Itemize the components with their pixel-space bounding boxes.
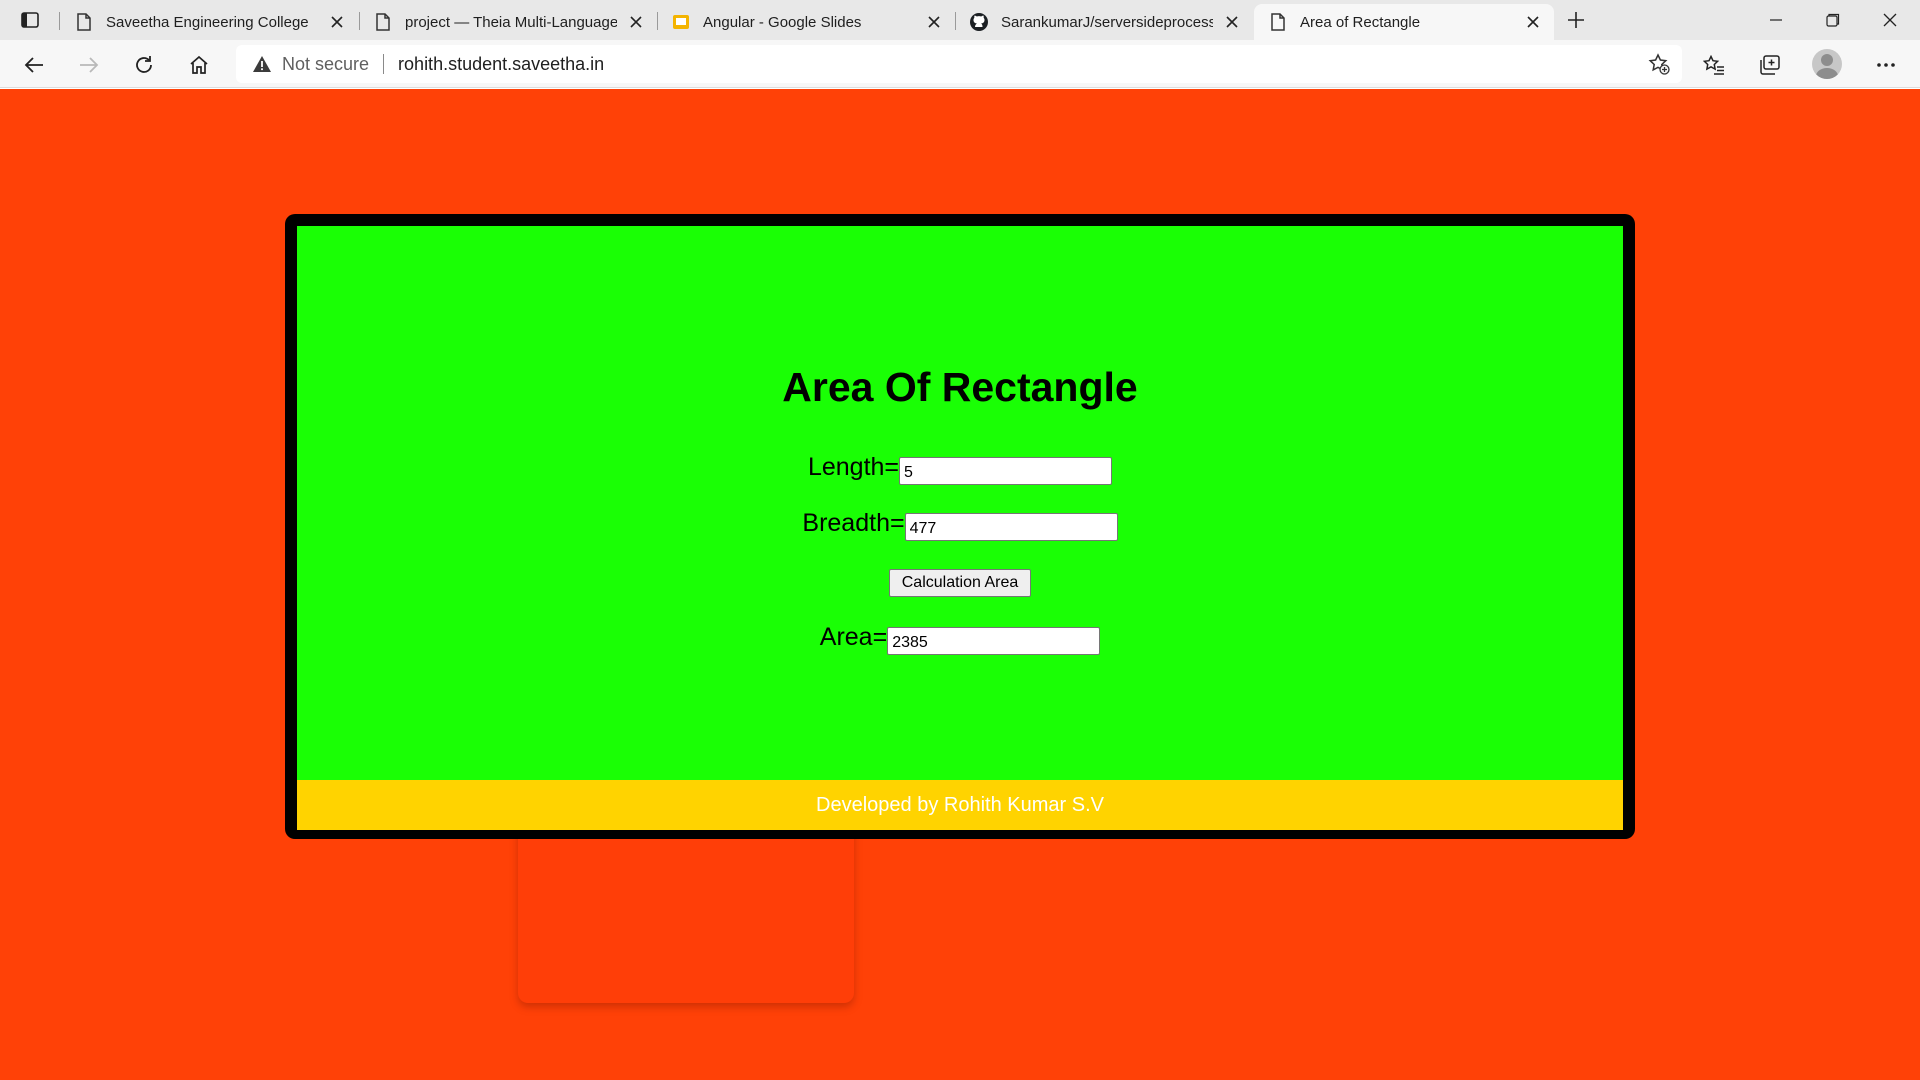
- home-icon: [190, 55, 208, 74]
- add-favorite-icon[interactable]: [1648, 53, 1670, 75]
- tab-title: Area of Rectangle: [1300, 13, 1421, 31]
- tab-google-slides[interactable]: Angular - Google Slides: [657, 4, 955, 40]
- security-status[interactable]: Not secure: [282, 54, 369, 75]
- close-tab-icon[interactable]: [1522, 11, 1544, 33]
- tab-title: project — Theia Multi-Language: [405, 13, 617, 31]
- page-title: Area Of Rectangle: [782, 364, 1138, 410]
- restore-icon: [1826, 13, 1840, 27]
- url-text[interactable]: rohith.student.saveetha.in: [398, 54, 604, 75]
- area-output[interactable]: [887, 627, 1101, 655]
- close-icon: [1883, 13, 1897, 27]
- more-options-icon: [1877, 63, 1895, 67]
- restore-button[interactable]: [1805, 0, 1861, 40]
- area-row: Area=: [297, 623, 1623, 655]
- close-tab-icon[interactable]: [625, 11, 647, 33]
- minimize-icon: [1770, 19, 1782, 21]
- tab-actions-icon: [21, 12, 39, 28]
- minimize-button[interactable]: [1748, 0, 1804, 40]
- close-tab-icon[interactable]: [1221, 11, 1243, 33]
- page-icon: [74, 12, 94, 32]
- page-footer: Developed by Rohith Kumar S.V: [297, 780, 1623, 830]
- tab-title: SarankumarJ/serversideprocessin: [1001, 13, 1213, 31]
- tab-area-of-rectangle[interactable]: Area of Rectangle: [1254, 4, 1554, 40]
- plus-icon: [1568, 12, 1584, 28]
- avatar-head: [1821, 54, 1833, 66]
- close-window-button[interactable]: [1862, 0, 1918, 40]
- forward-arrow-icon: [80, 57, 99, 73]
- address-bar[interactable]: Not secure rohith.student.saveetha.in: [236, 45, 1682, 83]
- navigation-bar: Not secure rohith.student.saveetha.in: [0, 40, 1920, 88]
- github-icon: [969, 12, 989, 32]
- tab-strip: Saveetha Engineering College project — T…: [0, 0, 1920, 40]
- length-input[interactable]: [899, 457, 1113, 485]
- back-arrow-icon: [24, 57, 43, 73]
- home-button[interactable]: [182, 48, 216, 82]
- tab-title: Angular - Google Slides: [703, 13, 862, 31]
- tab-title: Saveetha Engineering College: [106, 13, 309, 31]
- favorites-button[interactable]: [1697, 48, 1731, 82]
- back-button[interactable]: [17, 48, 51, 82]
- address-divider: [383, 54, 385, 74]
- breadth-row: Breadth=: [297, 509, 1623, 541]
- refresh-button[interactable]: [127, 48, 161, 82]
- tab-theia[interactable]: project — Theia Multi-Language: [359, 4, 657, 40]
- close-tab-icon[interactable]: [923, 11, 945, 33]
- avatar-body: [1816, 68, 1838, 79]
- tab-saveetha[interactable]: Saveetha Engineering College: [60, 4, 358, 40]
- area-label: Area=: [819, 623, 888, 651]
- refresh-icon: [136, 56, 152, 73]
- form-panel: Area Of Rectangle Length= Breadth= Calcu…: [297, 226, 1623, 780]
- close-tab-icon[interactable]: [326, 11, 348, 33]
- page-icon: [373, 12, 393, 32]
- tab-github[interactable]: SarankumarJ/serversideprocessin: [955, 4, 1253, 40]
- favorites-icon: [1703, 55, 1724, 75]
- forward-button[interactable]: [72, 48, 106, 82]
- tab-actions-button[interactable]: [12, 6, 48, 34]
- new-tab-button[interactable]: [1560, 4, 1592, 36]
- collections-icon: [1760, 55, 1780, 75]
- length-label: Length=: [807, 453, 900, 481]
- profile-avatar[interactable]: [1812, 49, 1842, 79]
- calculate-area-button[interactable]: Calculation Area: [889, 569, 1031, 597]
- settings-menu-button[interactable]: [1869, 48, 1903, 82]
- warning-icon: [252, 54, 272, 74]
- page-viewport: Area Of Rectangle Length= Breadth= Calcu…: [0, 89, 1920, 1080]
- collections-button[interactable]: [1753, 48, 1787, 82]
- length-row: Length=: [297, 453, 1623, 485]
- breadth-input[interactable]: [904, 513, 1118, 541]
- google-slides-icon: [671, 12, 691, 32]
- breadth-label: Breadth=: [802, 509, 905, 537]
- page-icon: [1268, 12, 1288, 32]
